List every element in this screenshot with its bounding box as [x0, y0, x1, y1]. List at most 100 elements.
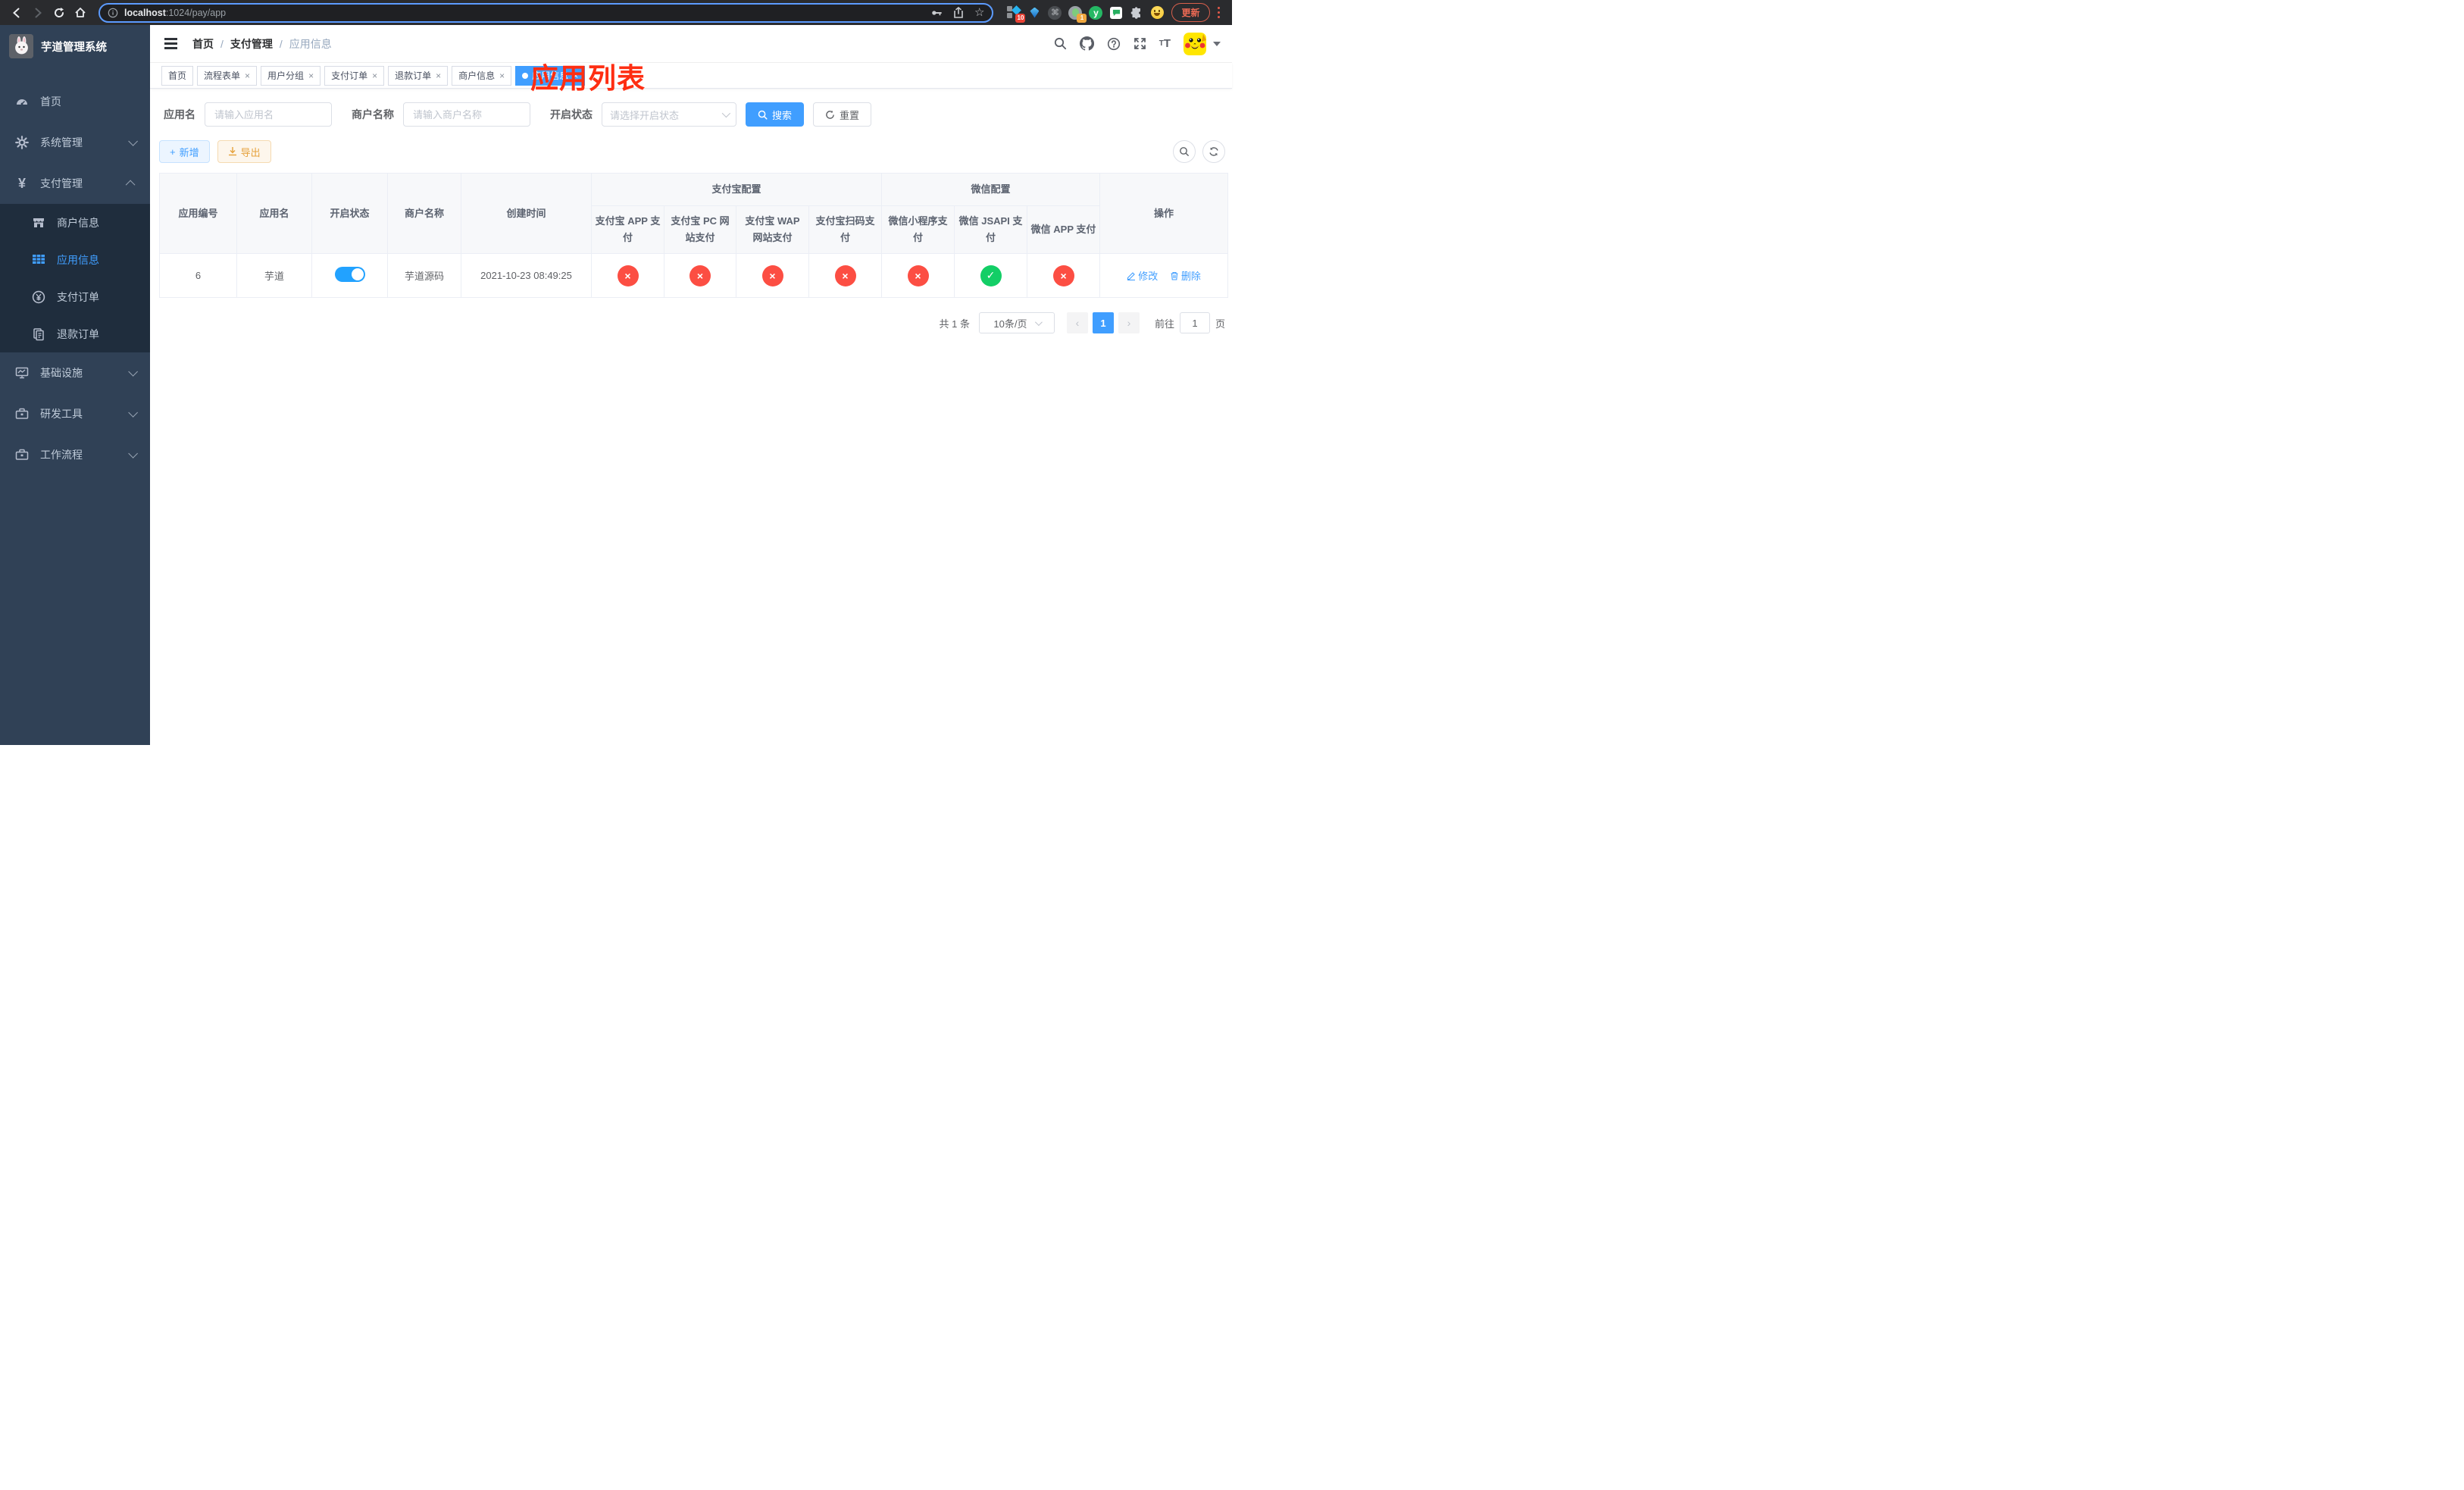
fullscreen-icon[interactable] [1134, 37, 1146, 50]
url-path: :1024/pay/app [165, 7, 227, 18]
close-icon[interactable]: × [308, 70, 314, 81]
col-status: 开启状态 [311, 172, 388, 255]
chrome-menu-icon[interactable] [1213, 6, 1225, 19]
close-icon[interactable]: × [499, 70, 505, 81]
avatar-caret-icon[interactable] [1213, 41, 1221, 46]
github-icon[interactable] [1079, 36, 1094, 51]
merchant-name-input[interactable] [403, 102, 530, 127]
browser-toolbar: localhost:1024/pay/app ☆ 10 ⌘ 1 y 更新 [0, 0, 1232, 25]
status-closed-icon: × [834, 265, 856, 286]
breadcrumb-home[interactable]: 首页 [192, 36, 214, 52]
next-page-button[interactable]: › [1118, 312, 1140, 334]
close-icon[interactable]: × [372, 70, 377, 81]
close-icon[interactable]: × [245, 70, 250, 81]
site-info-icon[interactable] [108, 8, 118, 18]
reset-button[interactable]: 重置 [813, 102, 872, 127]
page-size-select[interactable]: 10条/页 [978, 312, 1055, 334]
sidebar-item-label: 系统管理 [40, 136, 83, 149]
font-size-icon[interactable]: TT [1159, 37, 1171, 50]
chevron-down-icon [128, 136, 138, 146]
reload-button[interactable] [50, 4, 68, 22]
close-icon[interactable]: × [436, 70, 441, 81]
emoji-extension-icon[interactable] [1150, 6, 1164, 20]
sidebar-logo-row[interactable]: 芋道管理系统 [0, 25, 150, 67]
home-button[interactable] [71, 4, 89, 22]
sidebar-item-payment[interactable]: ¥ 支付管理 [0, 163, 150, 204]
y-extension-icon[interactable]: y [1089, 5, 1103, 20]
refresh-table-button[interactable] [1202, 140, 1225, 163]
sidebar-item-label: 退款订单 [57, 327, 99, 340]
extension-blocks-icon[interactable]: 10 [1007, 5, 1026, 23]
sidebar-item-system[interactable]: 系统管理 [0, 122, 150, 163]
help-icon[interactable] [1107, 37, 1121, 51]
sidebar-item-app-info[interactable]: 应用信息 [0, 241, 150, 278]
col-actions: 操作 [1099, 172, 1229, 255]
tag-refund-order[interactable]: 退款订单 × [388, 65, 449, 86]
bookmark-star-icon[interactable]: ☆ [974, 7, 984, 18]
refresh-icon [826, 110, 834, 119]
sidebar-item-home[interactable]: 首页 [0, 81, 150, 122]
delete-link[interactable]: 删除 [1170, 268, 1201, 283]
sidebar-toggle-icon[interactable] [161, 35, 180, 52]
url-bar[interactable]: localhost:1024/pay/app ☆ [98, 2, 994, 23]
navbar: 首页 / 支付管理 / 应用信息 TT [150, 25, 1232, 63]
export-button[interactable]: 导出 [217, 140, 271, 163]
prev-page-button[interactable]: ‹ [1066, 312, 1088, 334]
command-extension-icon[interactable]: ⌘ [1048, 5, 1062, 20]
share-icon[interactable] [953, 6, 964, 19]
sidebar-item-infrastructure[interactable]: 基础设施 [0, 352, 150, 393]
sidebar-item-label: 应用信息 [57, 253, 99, 266]
col-merchant: 商户名称 [387, 172, 461, 255]
app-name-label: 应用名 [164, 108, 195, 121]
recorder-extension-icon[interactable]: 1 [1068, 5, 1087, 23]
yuan-circle-icon [32, 290, 45, 304]
content-area: 应用名 商户名称 开启状态 请选择开启状态 搜索 重置 [150, 89, 1232, 745]
tag-merchant-info[interactable]: 商户信息 × [452, 65, 512, 86]
search-icon [1180, 147, 1189, 156]
password-key-icon[interactable] [930, 8, 943, 18]
back-button[interactable] [8, 4, 26, 22]
dashboard-icon [15, 95, 29, 108]
document-icon [32, 327, 45, 341]
enabled-switch[interactable] [334, 267, 365, 283]
sidebar-item-dev-tools[interactable]: 研发工具 [0, 393, 150, 434]
header-search-icon[interactable] [1054, 37, 1067, 50]
sidebar-item-pay-order[interactable]: 支付订单 [0, 278, 150, 315]
edit-link[interactable]: 修改 [1127, 268, 1158, 283]
extensions-area: 10 ⌘ 1 y [1002, 5, 1168, 23]
sidebar-item-workflow[interactable]: 工作流程 [0, 434, 150, 475]
tags-bar: 首页 流程表单 × 用户分组 × 支付订单 × 退款订单 × 商户信息 × 应用信息 × [150, 63, 1232, 89]
tag-process-form[interactable]: 流程表单 × [197, 65, 258, 86]
chat-extension-icon[interactable] [1109, 6, 1123, 20]
status-open-icon: ✓ [980, 265, 1002, 286]
toggle-search-button[interactable] [1173, 140, 1196, 163]
page-number-1[interactable]: 1 [1092, 312, 1114, 334]
add-button[interactable]: + 新增 [159, 140, 210, 163]
user-avatar[interactable] [1184, 32, 1206, 55]
status-closed-icon: × [761, 265, 783, 286]
chevron-down-icon [128, 448, 138, 459]
goto-page-input[interactable] [1179, 312, 1210, 334]
forward-button[interactable] [29, 4, 47, 22]
app-name-input[interactable] [205, 102, 332, 127]
breadcrumb-payment[interactable]: 支付管理 [230, 36, 273, 52]
app-logo-bunny [9, 34, 33, 58]
gem-extension-icon[interactable] [1027, 6, 1041, 20]
sidebar-item-refund-order[interactable]: 退款订单 [0, 315, 150, 352]
col-alipay-pc: 支付宝 PC 网站支付 [664, 205, 736, 255]
chrome-update-button[interactable]: 更新 [1171, 3, 1210, 22]
tag-user-group[interactable]: 用户分组 × [261, 65, 321, 86]
search-button[interactable]: 搜索 [746, 102, 805, 127]
sidebar-item-label: 基础设施 [40, 367, 83, 379]
tag-home[interactable]: 首页 [161, 65, 194, 86]
sidebar-item-merchant-info[interactable]: 商户信息 [0, 204, 150, 241]
cell-actions: 修改 删除 [1099, 253, 1229, 299]
trash-icon [1171, 271, 1178, 280]
chevron-down-icon [1034, 318, 1043, 326]
puzzle-extensions-icon[interactable] [1130, 6, 1143, 20]
tag-pay-order[interactable]: 支付订单 × [324, 65, 385, 86]
cell-wechat-app: × [1027, 253, 1101, 299]
cell-alipay-wap: × [736, 253, 809, 299]
status-select[interactable]: 请选择开启状态 [602, 102, 736, 127]
goto-prefix: 前往 [1154, 318, 1174, 330]
